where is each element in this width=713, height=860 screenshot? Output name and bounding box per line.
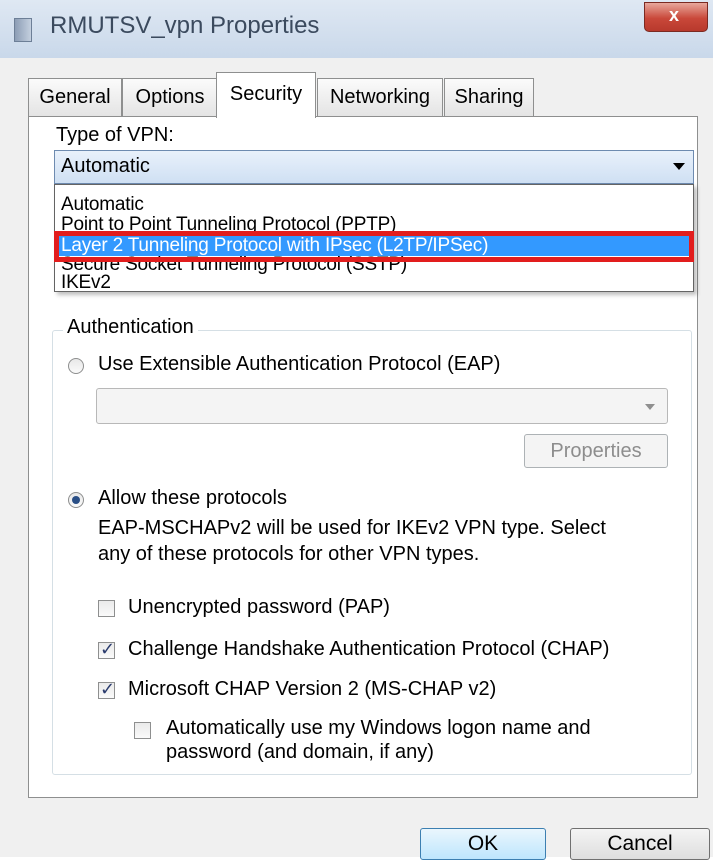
option-ikev2[interactable]: IKEv2	[55, 273, 693, 293]
eap-radio[interactable]	[68, 358, 84, 374]
auto-logon-checkbox[interactable]	[134, 722, 151, 739]
cancel-button[interactable]: Cancel	[570, 828, 710, 860]
allow-protocols-label: Allow these protocols	[98, 487, 287, 509]
allow-protocols-radio[interactable]	[68, 492, 84, 508]
checkmark-icon: ✓	[100, 679, 116, 699]
vpn-type-label: Type of VPN:	[56, 124, 174, 146]
mschapv2-label: Microsoft CHAP Version 2 (MS-CHAP v2)	[128, 678, 497, 700]
window-title: RMUTSV_vpn Properties	[50, 12, 320, 39]
close-icon: x	[669, 5, 680, 25]
eap-method-select[interactable]	[96, 388, 668, 424]
chap-label: Challenge Handshake Authentication Proto…	[128, 638, 610, 660]
tab-networking[interactable]: Networking	[317, 78, 443, 116]
protocols-note-line2: any of these protocols for other VPN typ…	[98, 543, 480, 565]
eap-radio-label: Use Extensible Authentication Protocol (…	[98, 353, 501, 375]
mschapv2-checkbox[interactable]: ✓	[98, 679, 116, 699]
auto-logon-line1: Automatically use my Windows logon name …	[166, 717, 591, 739]
tab-options[interactable]: Options	[122, 78, 218, 116]
ok-button[interactable]: OK	[420, 828, 546, 860]
vpn-type-select[interactable]: Automatic	[54, 150, 694, 184]
highlight-annotation-box	[54, 231, 694, 262]
app-icon	[14, 18, 32, 42]
tab-sharing[interactable]: Sharing	[444, 78, 534, 116]
option-automatic[interactable]: Automatic	[55, 195, 693, 215]
properties-button[interactable]: Properties	[524, 434, 668, 468]
checkmark-icon: ✓	[100, 639, 116, 659]
chevron-down-icon	[673, 163, 685, 170]
auto-logon-line2: password (and domain, if any)	[166, 741, 434, 763]
tab-security[interactable]: Security	[216, 72, 316, 118]
close-button[interactable]: x	[644, 2, 708, 32]
tab-general[interactable]: General	[28, 78, 122, 116]
chap-checkbox[interactable]: ✓	[98, 639, 116, 659]
pap-label: Unencrypted password (PAP)	[128, 596, 390, 618]
pap-checkbox[interactable]	[98, 600, 115, 617]
title-bar: RMUTSV_vpn Properties x	[0, 0, 713, 59]
chevron-down-icon	[645, 404, 655, 410]
authentication-legend: Authentication	[63, 316, 198, 339]
protocols-note-line1: EAP-MSCHAPv2 will be used for IKEv2 VPN …	[98, 517, 606, 539]
vpn-type-value: Automatic	[61, 155, 150, 177]
